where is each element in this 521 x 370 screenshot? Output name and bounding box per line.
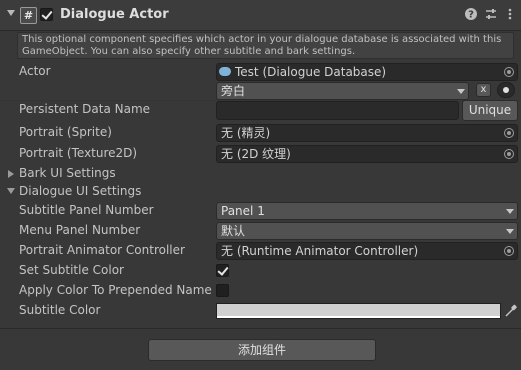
portrait-texture-label: Portrait (Texture2D) — [19, 146, 138, 160]
dialogue-ui-settings-foldout[interactable]: Dialogue UI Settings — [19, 184, 141, 198]
menu-panel-number-dropdown[interactable]: 默认 — [216, 222, 518, 240]
subtitle-panel-number-label: Subtitle Panel Number — [19, 203, 154, 217]
dialogue-ui-foldout-icon[interactable] — [7, 188, 15, 194]
portrait-animator-picker-icon[interactable] — [504, 246, 514, 256]
collapse-arrow-icon[interactable] — [7, 10, 15, 16]
portrait-sprite-picker-icon[interactable] — [504, 128, 514, 138]
actor-object-picker-icon[interactable] — [504, 67, 514, 77]
eyedropper-icon[interactable] — [503, 303, 518, 319]
script-icon: # — [20, 7, 37, 24]
help-icon[interactable]: ? — [464, 7, 478, 21]
actor-select-button[interactable] — [497, 82, 515, 98]
bark-ui-foldout-icon[interactable] — [8, 170, 14, 178]
subtitle-panel-number-value: Panel 1 — [221, 204, 265, 218]
presets-icon[interactable] — [484, 7, 498, 21]
database-icon — [219, 67, 231, 76]
actor-field-value: Test (Dialogue Database) — [235, 65, 387, 79]
component-enabled-checkbox[interactable] — [40, 8, 53, 21]
subtitle-color-label: Subtitle Color — [19, 303, 101, 317]
portrait-texture-value: 无 (2D 纹理) — [221, 147, 291, 161]
component-description: This optional component specifies which … — [17, 32, 514, 59]
set-subtitle-color-label: Set Subtitle Color — [19, 263, 124, 277]
subtitle-color-swatch[interactable] — [216, 303, 501, 319]
add-component-button[interactable]: 添加组件 — [148, 339, 376, 361]
portrait-texture-field[interactable]: 无 (2D 纹理) — [216, 145, 518, 163]
menu-panel-number-label: Menu Panel Number — [19, 223, 141, 237]
dot-icon — [503, 87, 509, 93]
portrait-sprite-value: 无 (精灵) — [221, 126, 271, 140]
context-menu-icon[interactable] — [503, 7, 517, 21]
set-subtitle-color-checkbox[interactable] — [216, 264, 229, 277]
chevron-down-icon — [457, 89, 465, 94]
chevron-down-icon — [506, 209, 514, 214]
persistent-data-name-label: Persistent Data Name — [19, 102, 151, 116]
chevron-down-icon — [506, 229, 514, 234]
subtitle-panel-number-dropdown[interactable]: Panel 1 — [216, 202, 518, 220]
portrait-animator-controller-field[interactable]: 无 (Runtime Animator Controller) — [216, 242, 518, 260]
portrait-animator-controller-value: 无 (Runtime Animator Controller) — [221, 244, 419, 258]
persistent-data-name-input[interactable] — [216, 101, 459, 120]
unique-button[interactable]: Unique — [462, 100, 518, 121]
actor-field[interactable]: Test (Dialogue Database) — [216, 63, 518, 81]
actor-clear-button[interactable]: x — [476, 83, 491, 97]
bark-ui-settings-foldout[interactable]: Bark UI Settings — [19, 166, 116, 180]
svg-text:?: ? — [468, 10, 474, 21]
actor-name-value: 旁白 — [221, 84, 246, 98]
apply-color-prepended-name-checkbox[interactable] — [216, 284, 229, 297]
color-alpha-bar — [217, 316, 500, 318]
portrait-texture-picker-icon[interactable] — [504, 149, 514, 159]
menu-panel-number-value: 默认 — [221, 224, 246, 238]
actor-name-dropdown[interactable]: 旁白 — [216, 82, 469, 100]
component-header[interactable]: # Dialogue Actor ? — [0, 0, 521, 31]
portrait-sprite-field[interactable]: 无 (精灵) — [216, 124, 518, 142]
apply-color-prepended-name-label: Apply Color To Prepended Name — [19, 283, 212, 297]
portrait-animator-controller-label: Portrait Animator Controller — [19, 243, 185, 257]
component-title: Dialogue Actor — [60, 7, 169, 22]
portrait-sprite-label: Portrait (Sprite) — [19, 125, 112, 139]
actor-label: Actor — [19, 64, 51, 78]
